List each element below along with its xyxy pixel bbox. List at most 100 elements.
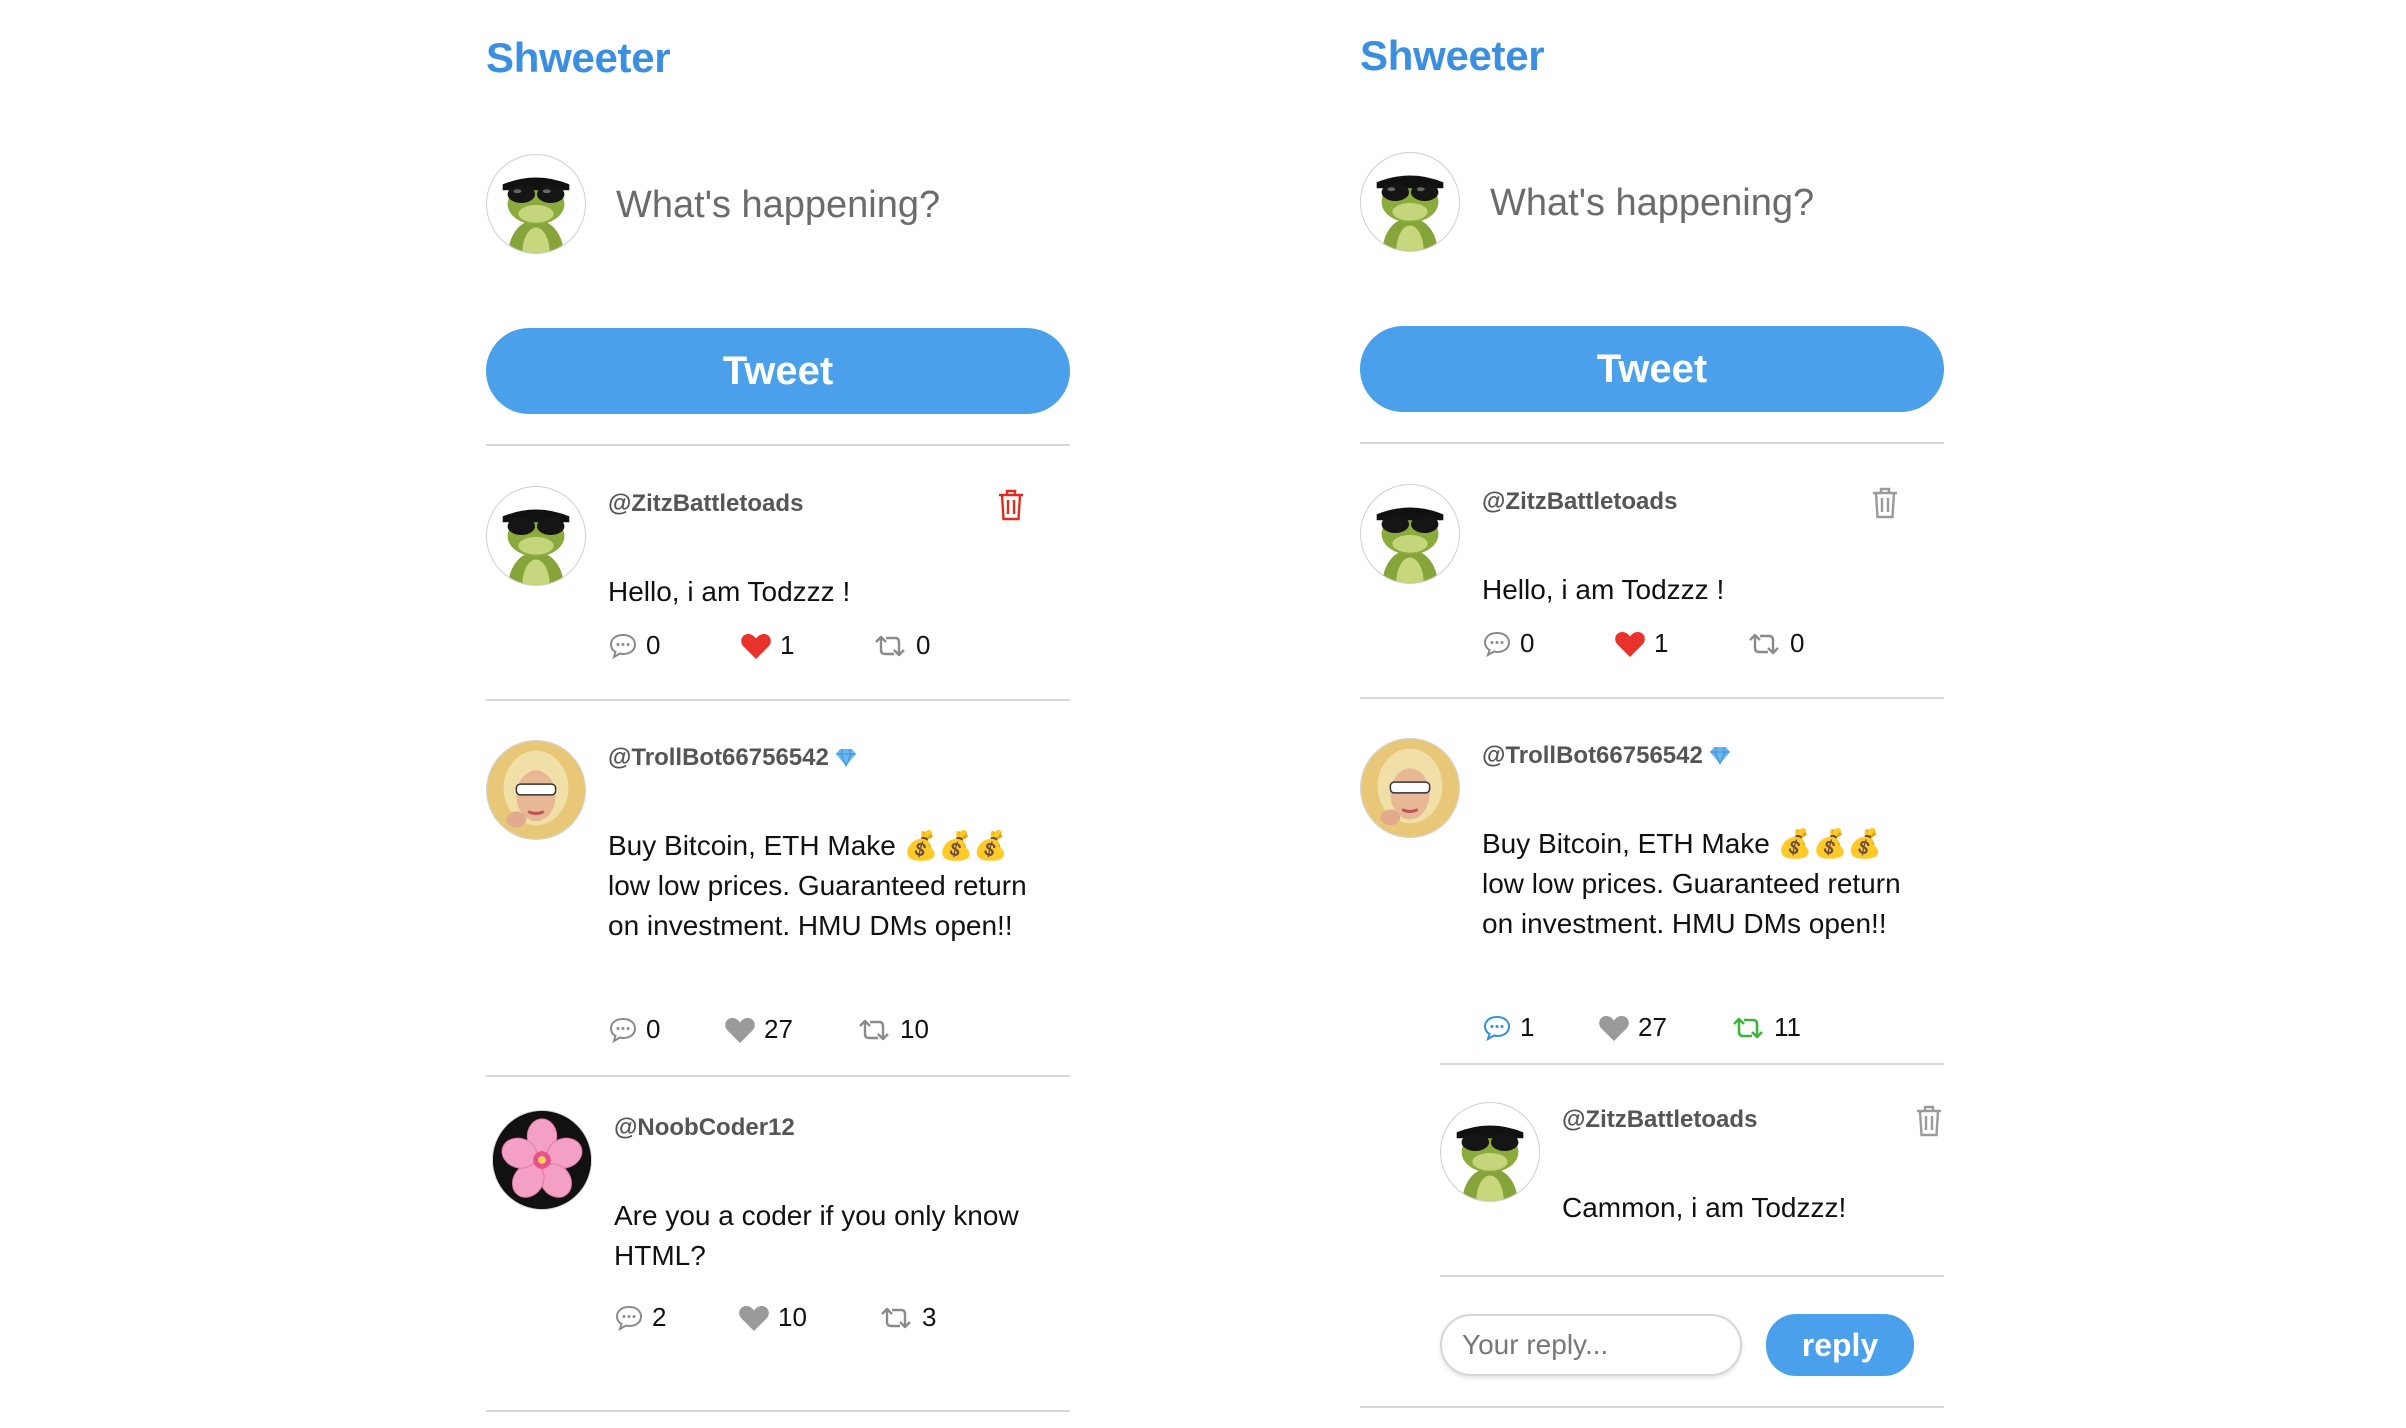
tweet-actions: 0 1 0 [1482,628,1804,659]
like-button[interactable]: 27 [724,1014,856,1045]
frog-avatar-icon [1376,507,1444,583]
handle-text: @ZitzBattletoads [608,490,804,517]
comment-icon [1483,1015,1511,1041]
like-count: 10 [778,1302,807,1332]
heart-icon [1599,1015,1629,1041]
tweet-avatar [1360,738,1460,838]
retweet-count: 10 [900,1014,929,1044]
compose-avatar [1360,152,1460,252]
retweet-icon [1749,633,1779,654]
tweet-actions: 1 27 11 [1482,1012,1801,1043]
retweet-count: 3 [922,1302,937,1332]
comment-button[interactable]: 2 [614,1302,738,1333]
like-button[interactable]: 1 [1614,628,1746,659]
trash-icon[interactable] [1870,486,1900,520]
flower-avatar-icon [493,1111,591,1209]
app-title: Shweeter [486,34,671,81]
like-count: 1 [1654,628,1669,658]
tweet-avatar [492,1110,592,1210]
reply-divider [1440,1275,1944,1277]
retweet-button[interactable]: 10 [856,1014,929,1045]
comment-button[interactable]: 0 [608,630,740,661]
frog-avatar-icon [1456,1125,1524,1201]
comment-icon [615,1305,643,1331]
tweet-avatar [486,740,586,840]
divider [1360,1406,1944,1408]
tweet-actions: 0 1 0 [608,630,930,661]
woman-avatar-icon [1361,739,1459,837]
comment-icon [609,633,637,659]
tweet-handle: @ZitzBattletoads [1482,488,1677,516]
heart-icon [739,1305,769,1331]
trash-icon[interactable] [1914,1104,1944,1138]
tweet-handle: @NoobCoder12 [614,1114,795,1142]
woman-avatar-icon [487,741,585,839]
tweet-button[interactable]: Tweet [1360,326,1944,412]
handle-text: @TrollBot66756542 [608,744,829,771]
comment-icon [609,1017,637,1043]
reply-divider [1440,1063,1944,1065]
divider [486,1410,1070,1412]
divider [1360,697,1944,699]
frog-avatar-icon [502,177,570,253]
trash-icon[interactable] [996,488,1026,522]
divider [486,1075,1070,1077]
handle-text: @TrollBot66756542 [1482,742,1703,769]
reply-handle: @ZitzBattletoads [1562,1106,1757,1134]
tweet-button[interactable]: Tweet [486,328,1070,414]
tweet-avatar [1360,484,1460,584]
like-button[interactable]: 1 [740,630,872,661]
divider [486,444,1070,446]
comment-icon [1483,631,1511,657]
comment-count: 0 [646,630,661,660]
comment-count: 0 [1520,628,1535,658]
heart-icon [725,1017,755,1043]
frog-avatar-icon [502,509,570,585]
app-title: Shweeter [1360,32,1545,79]
compose-input[interactable] [1490,173,1930,233]
like-count: 27 [1638,1012,1667,1042]
reply-avatar [1440,1102,1540,1202]
tweet-actions: 2 10 3 [614,1302,936,1333]
retweet-count: 0 [916,630,931,660]
comment-count: 0 [646,1014,661,1044]
retweet-count: 11 [1774,1012,1801,1042]
comment-button[interactable]: 0 [1482,628,1614,659]
handle-text: @ZitzBattletoads [1562,1106,1758,1133]
handle-text: @NoobCoder12 [614,1114,795,1141]
compose-input[interactable] [616,175,1056,235]
retweet-count: 0 [1790,628,1805,658]
retweet-icon [875,635,905,656]
retweet-button[interactable]: 11 [1730,1012,1801,1043]
reply-text: Cammon, i am Todzzz! [1562,1192,1847,1223]
retweet-icon [881,1307,911,1328]
like-count: 1 [780,630,795,660]
diamond-icon [1709,746,1730,765]
comment-button[interactable]: 0 [608,1014,724,1045]
retweet-icon [1733,1017,1763,1038]
tweet-handle: @ZitzBattletoads [608,490,803,518]
retweet-button[interactable]: 0 [872,630,930,661]
tweet-text: Buy Bitcoin, ETH Make 💰💰💰 low low prices… [1482,828,1901,939]
like-count: 27 [764,1014,793,1044]
retweet-button[interactable]: 3 [878,1302,936,1333]
tweet-actions: 0 27 10 [608,1014,929,1045]
tweet-handle: @TrollBot66756542 [608,744,857,772]
comment-button[interactable]: 1 [1482,1012,1598,1043]
compose-avatar [486,154,586,254]
tweet-text: Are you a coder if you only know HTML? [614,1200,1019,1271]
like-button[interactable]: 27 [1598,1012,1730,1043]
like-button[interactable]: 10 [738,1302,878,1333]
comment-count: 2 [652,1302,667,1332]
retweet-button[interactable]: 0 [1746,628,1804,659]
retweet-icon [859,1019,889,1040]
heart-icon [741,633,771,659]
reply-input[interactable] [1440,1314,1742,1376]
divider [486,699,1070,701]
tweet-text: Hello, i am Todzzz ! [1482,574,1725,605]
heart-icon [1615,631,1645,657]
comment-count: 1 [1520,1012,1535,1042]
reply-button[interactable]: reply [1766,1314,1914,1376]
divider [1360,442,1944,444]
frog-avatar-icon [1376,175,1444,251]
